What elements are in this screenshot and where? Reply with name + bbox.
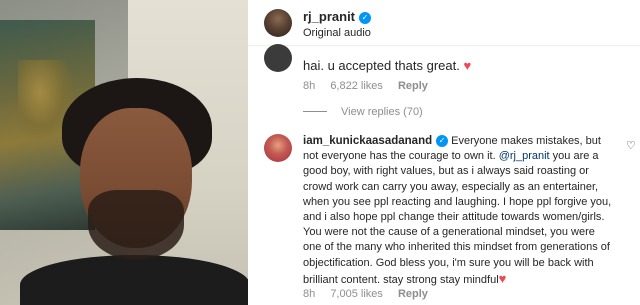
replies-divider-line: [303, 111, 327, 112]
view-replies-button[interactable]: View replies (70): [303, 106, 423, 118]
post-header: rj_pranit ✓ Original audio: [248, 0, 640, 46]
comment-meta: 8h 6,822 likes Reply: [303, 80, 440, 92]
comment-meta: 8h 7,005 likes Reply: [303, 288, 440, 300]
comment-time: 8h: [303, 288, 316, 300]
comments-panel: rj_pranit ✓ Original audio hai. u accepte…: [248, 0, 640, 305]
comment-likes[interactable]: 6,822 likes: [330, 80, 383, 92]
author-username[interactable]: rj_pranit: [303, 9, 355, 24]
audio-label[interactable]: Original audio: [303, 27, 371, 39]
commenter-avatar[interactable]: [264, 44, 292, 72]
comment-time: 8h: [303, 80, 316, 92]
person-shirt: [20, 255, 248, 305]
comment-text: hai. u accepted thats great. ♥: [303, 58, 472, 73]
author-avatar[interactable]: [264, 9, 292, 37]
commenter-username[interactable]: iam_kunickaasadanand: [303, 135, 432, 147]
commenter-avatar[interactable]: [264, 134, 292, 162]
reel-video[interactable]: [0, 0, 248, 305]
reply-button[interactable]: Reply: [398, 80, 428, 92]
verified-badge-icon: ✓: [436, 135, 449, 147]
person-beard: [88, 190, 184, 260]
comment-likes[interactable]: 7,005 likes: [330, 288, 383, 300]
heart-emoji-icon: ♥: [463, 58, 472, 73]
mention-link[interactable]: @rj_pranit: [499, 150, 550, 162]
verified-badge-icon: ✓: [359, 12, 372, 24]
comment-text: iam_kunickaasadanand ✓ Everyone makes mis…: [303, 135, 612, 286]
heart-outline-icon[interactable]: ♡: [626, 140, 638, 152]
heart-emoji-icon: ♥: [498, 270, 507, 286]
reply-button[interactable]: Reply: [398, 288, 428, 300]
